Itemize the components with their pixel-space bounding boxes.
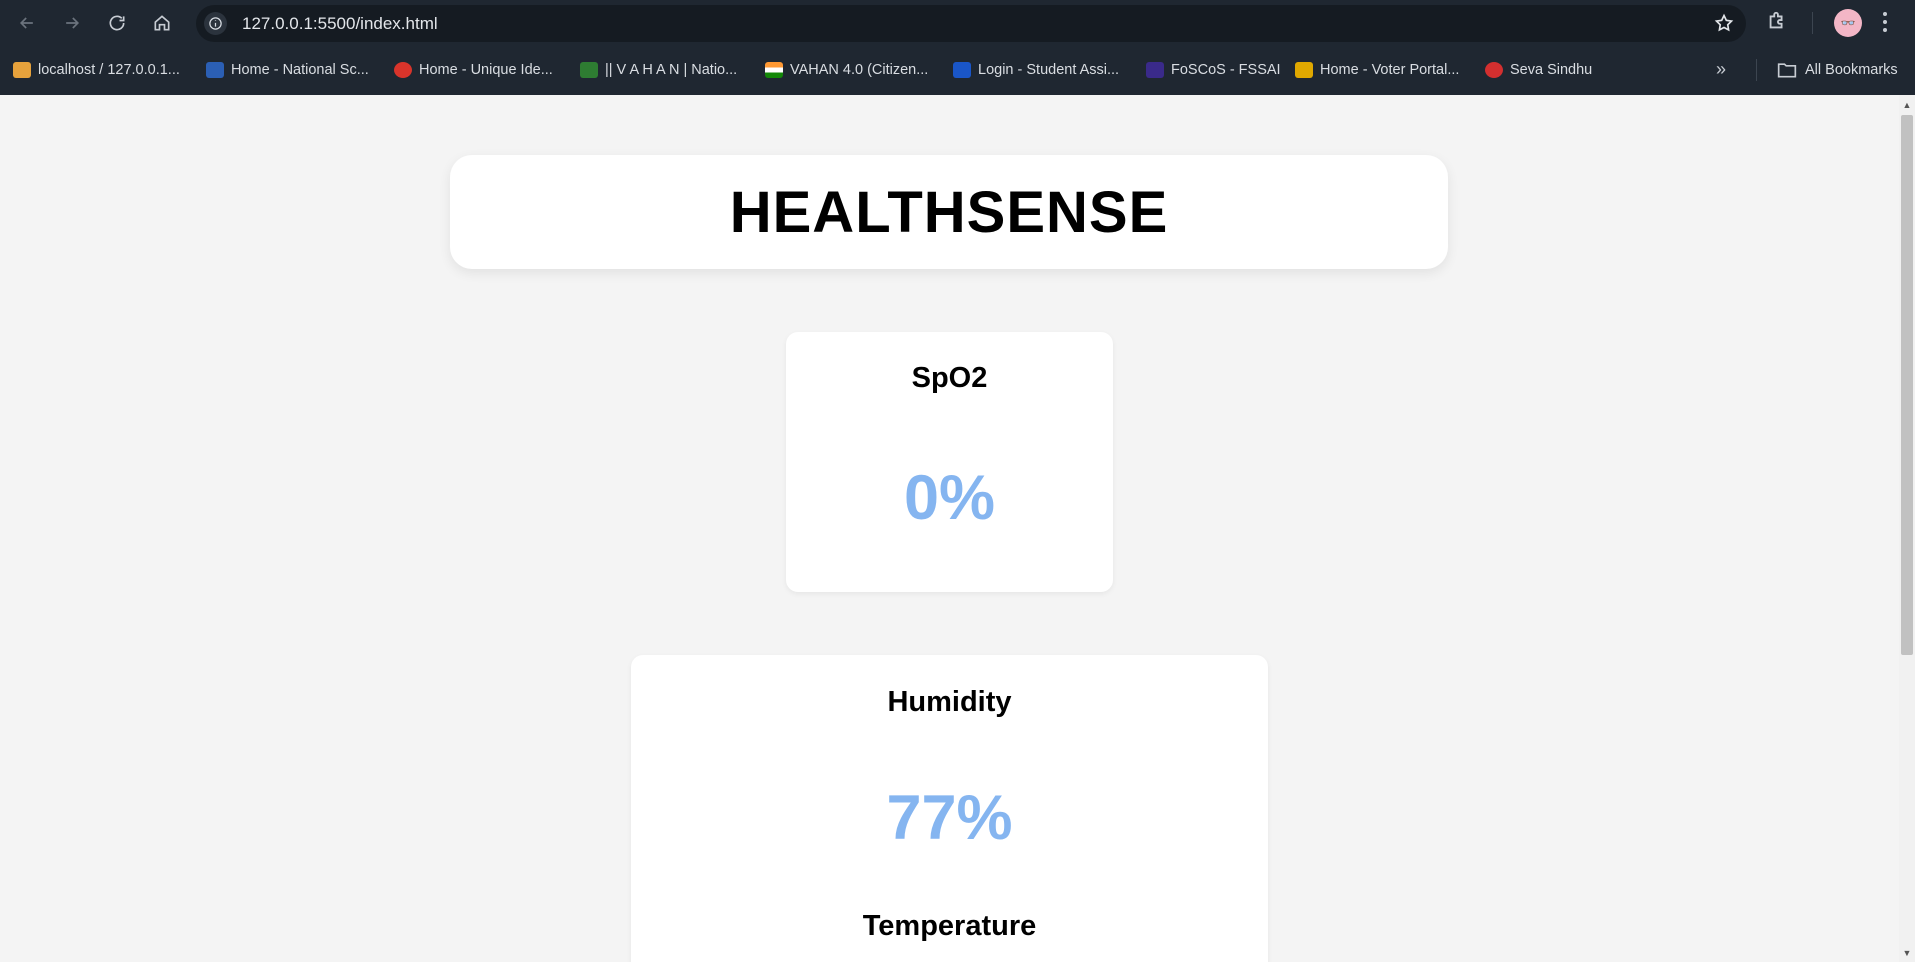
profile-avatar[interactable]: 👓 [1834,9,1862,37]
arrow-left-icon [19,17,33,29]
nic-icon [206,62,224,78]
reload-icon [109,15,125,31]
forward-button[interactable] [58,9,86,37]
bookmark-item[interactable]: Seva Sindhu [1485,58,1592,82]
url-text[interactable]: 127.0.0.1:5500/index.html [242,14,438,34]
seva-sindhu-icon [1485,62,1503,78]
bookmark-label: FoSCoS - FSSAI [1171,62,1281,78]
bookmark-item[interactable]: Login - Student Assi... [953,58,1119,82]
scroll-thumb[interactable] [1901,115,1913,655]
scroll-up-icon[interactable]: ▲ [1899,100,1915,110]
arrow-right-icon [66,17,80,29]
bookmark-label: VAHAN 4.0 (Citizen... [790,62,929,78]
spo2-label: SpO2 [911,362,988,394]
spo2-card: SpO2 0% [786,332,1113,592]
bookmark-item[interactable]: || V A H A N | Natio... [580,58,737,82]
home-button[interactable] [148,9,176,37]
extensions-icon[interactable] [1766,10,1788,37]
bookmarks-divider [1756,59,1757,81]
temperature-label: Temperature [862,910,1037,942]
bookmark-item[interactable]: Home - National Sc... [206,58,369,82]
page-content: HEALTHSENSE SpO2 0% Humidity 77% Tempera… [0,95,1899,962]
header-card: HEALTHSENSE [450,155,1448,269]
address-bar[interactable]: 127.0.0.1:5500/index.html [196,5,1746,42]
toolbar-divider [1812,12,1813,34]
all-bookmarks-button[interactable]: All Bookmarks [1777,58,1898,82]
bookmark-item[interactable]: FoSCoS - FSSAI [1146,58,1281,82]
bookmark-item[interactable]: Home - Unique Ide... [394,58,553,82]
more-menu-icon[interactable] [1882,11,1888,38]
bookmark-label: Home - National Sc... [231,62,369,78]
bookmark-item[interactable]: localhost / 127.0.0.1... [13,58,180,82]
humidity-value: 77% [886,783,1013,853]
scroll-down-icon[interactable]: ▼ [1899,948,1915,958]
vertical-scrollbar[interactable]: ▲ ▼ [1899,95,1915,962]
humidity-label: Humidity [887,686,1012,718]
folder-icon [1777,63,1797,78]
bookmark-item[interactable]: VAHAN 4.0 (Citizen... [765,58,928,82]
n-icon [953,62,971,78]
bookmark-label: Login - Student Assi... [978,62,1120,78]
india-flag-icon [765,62,783,78]
site-info-icon[interactable] [204,12,227,35]
spo2-value: 0% [903,463,996,533]
browser-chrome: 127.0.0.1:5500/index.html 👓 localhost / … [0,0,1915,95]
page-title: HEALTHSENSE [729,179,1169,245]
browser-toolbar: 127.0.0.1:5500/index.html 👓 [0,0,1915,46]
voter-icon [1295,62,1313,78]
bookmark-item[interactable]: Home - Voter Portal... [1295,58,1459,82]
bookmark-star-icon[interactable] [1714,13,1734,38]
vahan-icon [580,62,598,78]
home-icon [154,15,170,31]
bookmarks-bar: localhost / 127.0.0.1... Home - National… [0,55,1915,85]
fssai-icon [1146,62,1164,78]
bookmark-label: || V A H A N | Natio... [605,62,738,78]
aadhaar-icon [394,62,412,78]
bookmark-label: localhost / 127.0.0.1... [38,62,180,78]
bookmark-label: Home - Voter Portal... [1320,62,1460,78]
phpmyadmin-icon [13,62,31,78]
environment-card: Humidity 77% Temperature [631,655,1268,962]
bookmark-label: Seva Sindhu [1510,62,1593,78]
reload-button[interactable] [103,9,131,37]
bookmark-label: Home - Unique Ide... [419,62,553,78]
all-bookmarks-label: All Bookmarks [1805,62,1898,78]
back-button[interactable] [13,9,41,37]
chevron-double-right-icon[interactable]: » [1716,59,1726,80]
